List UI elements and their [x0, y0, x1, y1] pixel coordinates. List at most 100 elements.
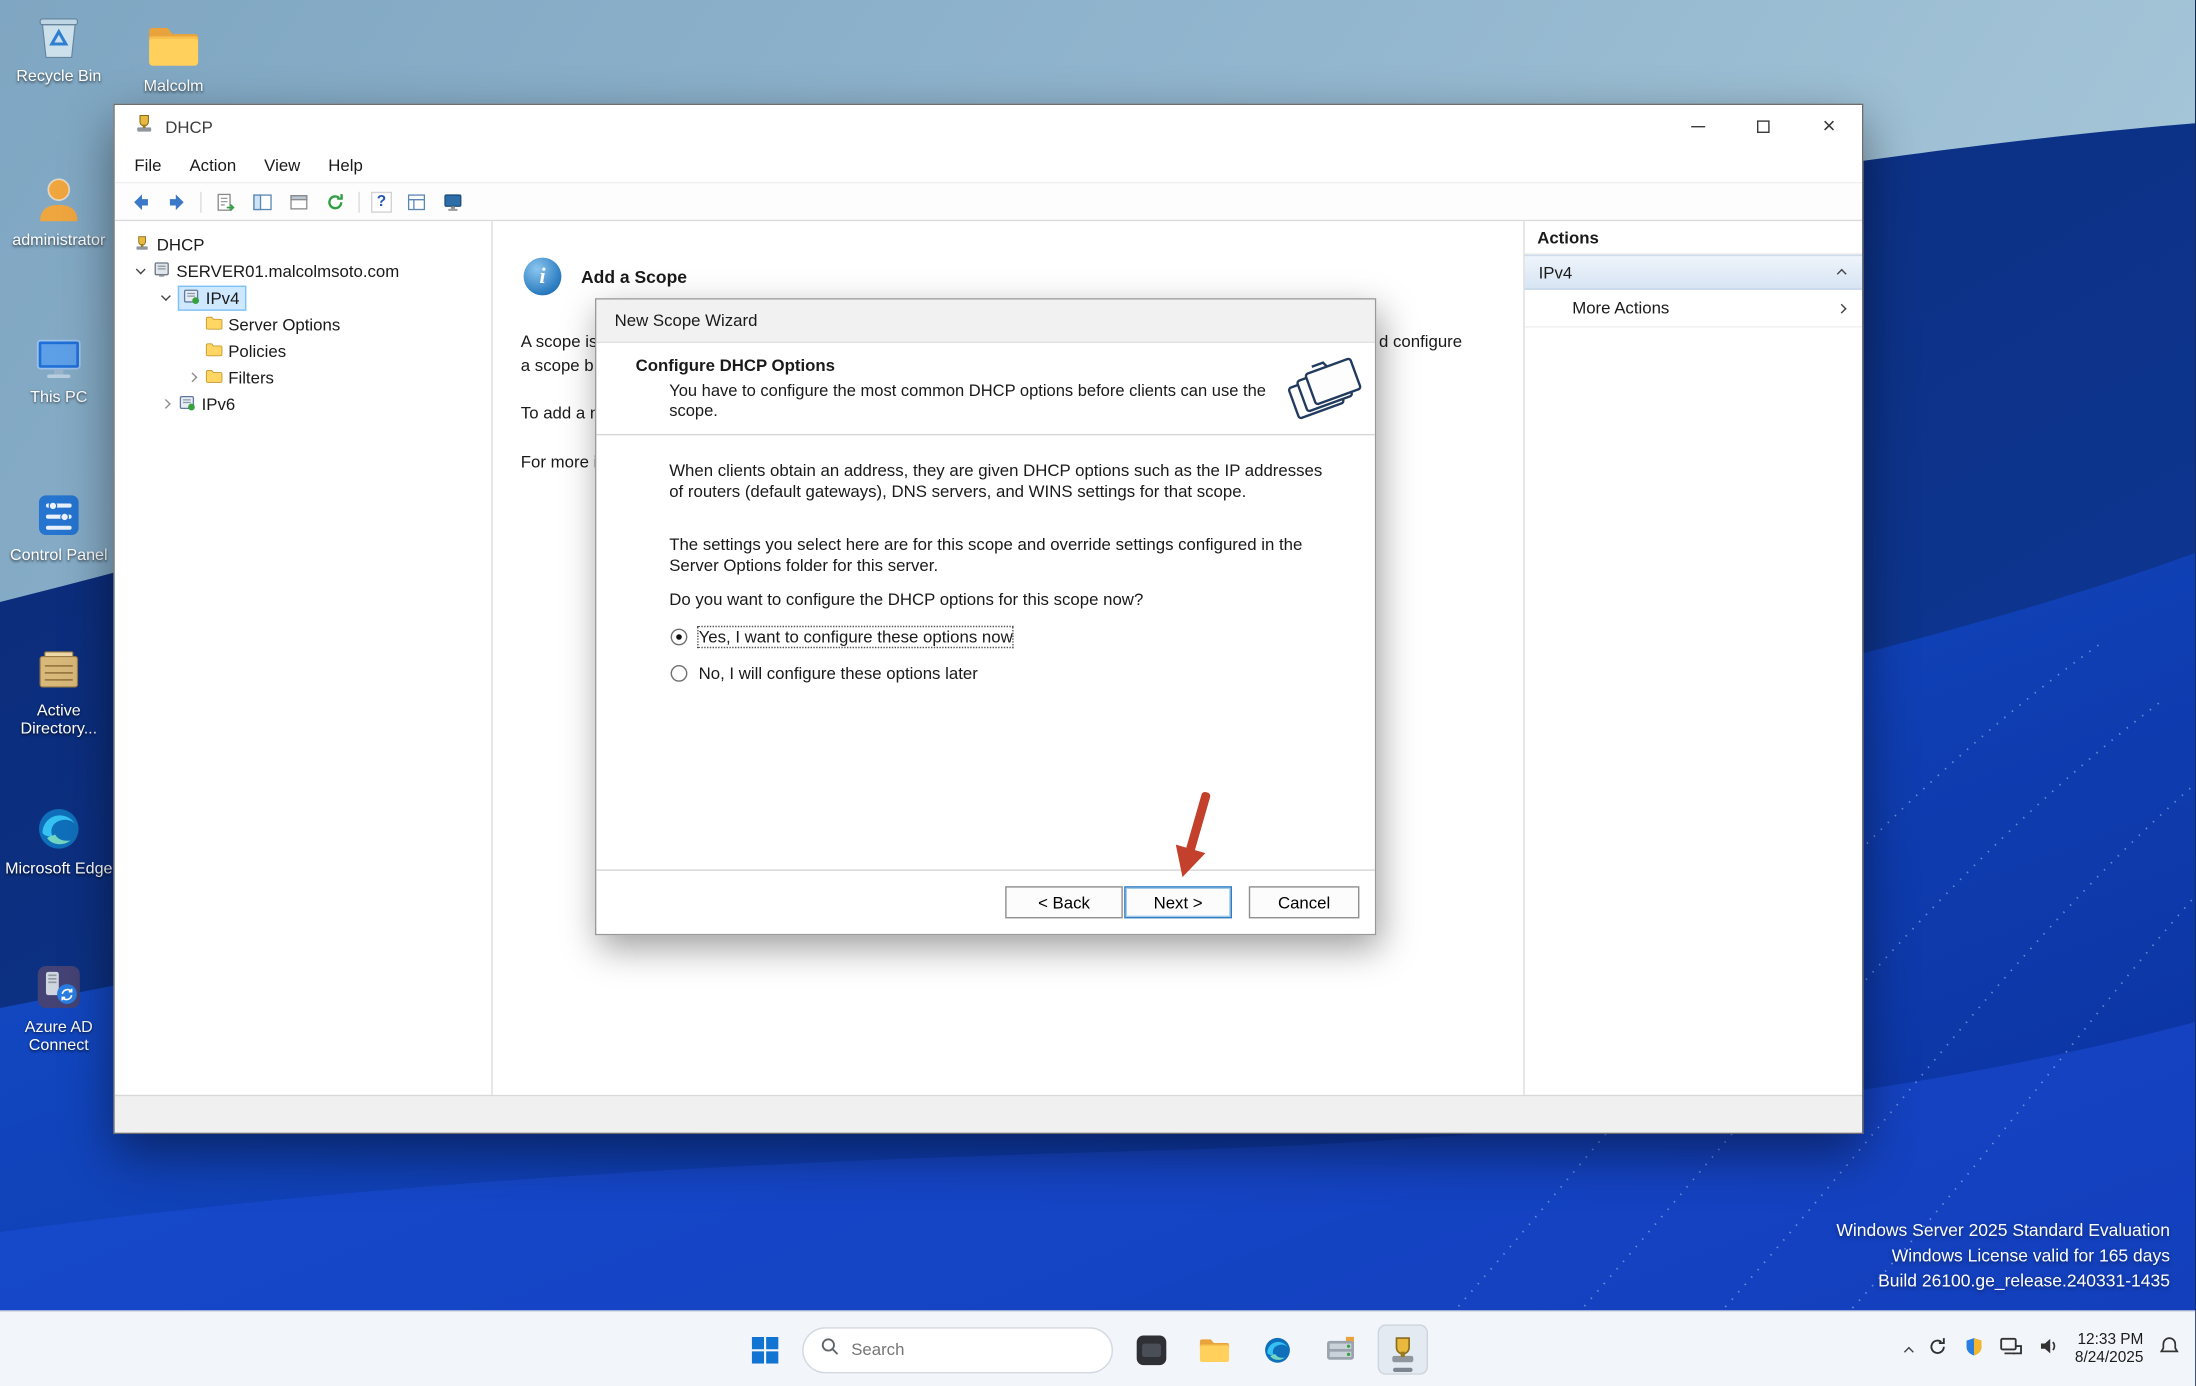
- desktop-icon-microsoft-edge[interactable]: Microsoft Edge: [0, 799, 118, 879]
- desktop-icon-active-directory[interactable]: Active Directory...: [0, 641, 118, 739]
- properties-icon[interactable]: [286, 189, 311, 214]
- volume-icon[interactable]: [2037, 1334, 2061, 1365]
- edge-button[interactable]: [1252, 1324, 1302, 1374]
- desktop-icon-label: Recycle Bin: [16, 68, 102, 86]
- desktop-icon-label: Control Panel: [10, 547, 108, 565]
- desktop-icon-label: This PC: [30, 389, 88, 406]
- next-button[interactable]: Next >: [1124, 886, 1232, 919]
- desktop-icon-administrator[interactable]: administrator: [0, 171, 118, 251]
- wizard-paragraph: The settings you select here are for thi…: [669, 534, 1303, 576]
- collapse-up-chevron-icon[interactable]: [1836, 268, 1847, 279]
- file-explorer-button[interactable]: [1189, 1324, 1239, 1374]
- wizard-titlebar[interactable]: New Scope Wizard: [596, 299, 1375, 343]
- close-button[interactable]: [1796, 105, 1862, 148]
- ipv6-node-icon: [178, 393, 196, 415]
- desktop-icon-label: Malcolm: [143, 78, 204, 96]
- annotation-arrow: [1175, 791, 1211, 878]
- search-input[interactable]: [851, 1339, 1062, 1360]
- taskbar-dark-app-button[interactable]: [1126, 1324, 1176, 1374]
- minimize-icon: [1690, 126, 1705, 128]
- menubar: File Action View Help: [114, 148, 1862, 184]
- radio-configure-later[interactable]: No, I will configure these options later: [670, 662, 978, 684]
- clock[interactable]: 12:33 PM 8/24/2025: [2075, 1331, 2144, 1367]
- tree-item-ipv6[interactable]: IPv6: [115, 391, 492, 418]
- server-manager-button[interactable]: [1315, 1324, 1365, 1374]
- wizard-page-description: You have to configure the most common DH…: [669, 380, 1266, 420]
- watermark-line: Build 26100.ge_release.240331-1435: [1878, 1271, 2170, 1291]
- export-list-icon[interactable]: [213, 189, 238, 214]
- console-tree-icon[interactable]: [249, 189, 274, 214]
- minimize-button[interactable]: [1665, 105, 1731, 148]
- menu-action[interactable]: Action: [175, 155, 250, 175]
- collapse-chevron-icon[interactable]: [133, 264, 147, 278]
- watermark-line: Windows Server 2025 Standard Evaluation: [1836, 1220, 2170, 1241]
- radio-label[interactable]: No, I will configure these options later: [699, 664, 978, 684]
- taskbar-search[interactable]: [802, 1326, 1113, 1373]
- folder-icon: [204, 340, 223, 362]
- tree-item-policies[interactable]: Policies: [115, 337, 492, 364]
- tray-defender-icon[interactable]: [1963, 1335, 1985, 1364]
- more-actions-item[interactable]: More Actions: [1524, 290, 1862, 328]
- desktop: Recycle Bin Malcolm administrator This P…: [0, 0, 2196, 1386]
- list-view-icon[interactable]: [403, 189, 428, 214]
- radio-configure-now[interactable]: Yes, I want to configure these options n…: [670, 625, 1015, 649]
- radio-button-selected-icon[interactable]: [670, 628, 688, 646]
- tree-item-ipv4[interactable]: IPv4: [115, 284, 492, 311]
- tray-overflow-chevron-icon[interactable]: [1904, 1346, 1914, 1356]
- occluded-text-fragment: A scope is: [520, 331, 598, 352]
- more-actions-label: More Actions: [1572, 298, 1670, 318]
- radio-button-icon[interactable]: [670, 665, 688, 682]
- submenu-right-chevron-icon[interactable]: [1836, 303, 1847, 313]
- cancel-button[interactable]: Cancel: [1248, 886, 1360, 919]
- toolbar: [114, 183, 1862, 222]
- tree-item-dhcp-root[interactable]: DHCP: [115, 231, 492, 258]
- expand-chevron-icon[interactable]: [185, 370, 199, 384]
- folder-icon: [204, 313, 223, 335]
- back-button[interactable]: < Back: [1005, 886, 1123, 919]
- folder-icon: [144, 17, 203, 76]
- collapse-chevron-icon[interactable]: [158, 291, 172, 305]
- clock-time: 12:33 PM: [2077, 1331, 2144, 1349]
- tree-item-label: Server Options: [228, 314, 341, 334]
- wizard-folders-icon: [1287, 349, 1363, 432]
- occluded-text-fragment: d configure: [1379, 331, 1463, 352]
- network-icon[interactable]: [1999, 1334, 2023, 1365]
- dhcp-console-icon: [1392, 1337, 1414, 1363]
- back-icon[interactable]: [127, 189, 152, 214]
- dark-app-icon: [1135, 1334, 1166, 1365]
- tray-update-icon[interactable]: [1926, 1335, 1948, 1364]
- window-statusbar: [114, 1094, 1862, 1133]
- desktop-icon-recycle-bin[interactable]: Recycle Bin: [0, 7, 118, 87]
- maximize-button[interactable]: [1730, 105, 1796, 148]
- window-titlebar[interactable]: DHCP: [114, 105, 1862, 149]
- desktop-icon-this-pc[interactable]: This PC: [0, 328, 118, 408]
- tree-item-label: DHCP: [156, 234, 205, 255]
- start-button[interactable]: [739, 1324, 789, 1374]
- dhcp-app-icon: [133, 112, 155, 141]
- clock-date: 8/24/2025: [2074, 1349, 2144, 1367]
- menu-file[interactable]: File: [120, 155, 175, 175]
- monitor-icon[interactable]: [440, 189, 465, 214]
- help-icon[interactable]: [371, 191, 392, 213]
- tree-item-server-options[interactable]: Server Options: [115, 311, 492, 338]
- radio-label[interactable]: Yes, I want to configure these options n…: [697, 625, 1015, 649]
- tree-item-server[interactable]: SERVER01.malcolmsoto.com: [115, 258, 492, 285]
- refresh-icon[interactable]: [322, 189, 347, 214]
- desktop-icon-label: Microsoft Edge: [5, 861, 113, 878]
- desktop-icon-control-panel[interactable]: Control Panel: [0, 486, 118, 566]
- actions-group-ipv4[interactable]: IPv4: [1524, 254, 1862, 290]
- forward-icon[interactable]: [164, 189, 189, 214]
- toolbar-separator: [358, 191, 360, 213]
- actions-group-label: IPv4: [1538, 262, 1573, 283]
- tree-item-filters[interactable]: Filters: [115, 364, 492, 391]
- desktop-icon-azure-ad-connect[interactable]: Azure AD Connect: [0, 958, 118, 1056]
- notifications-bell-icon[interactable]: [2157, 1334, 2181, 1365]
- wizard-title: New Scope Wizard: [614, 310, 758, 331]
- desktop-icon-malcolm-folder[interactable]: Malcolm: [115, 17, 233, 97]
- occluded-text-fragment: For more i: [520, 452, 598, 472]
- menu-help[interactable]: Help: [314, 155, 377, 175]
- watermark-line: Windows License valid for 165 days: [1891, 1246, 2170, 1266]
- expand-chevron-icon[interactable]: [158, 397, 172, 411]
- menu-view[interactable]: View: [250, 155, 314, 175]
- dhcp-console-button[interactable]: [1377, 1324, 1428, 1375]
